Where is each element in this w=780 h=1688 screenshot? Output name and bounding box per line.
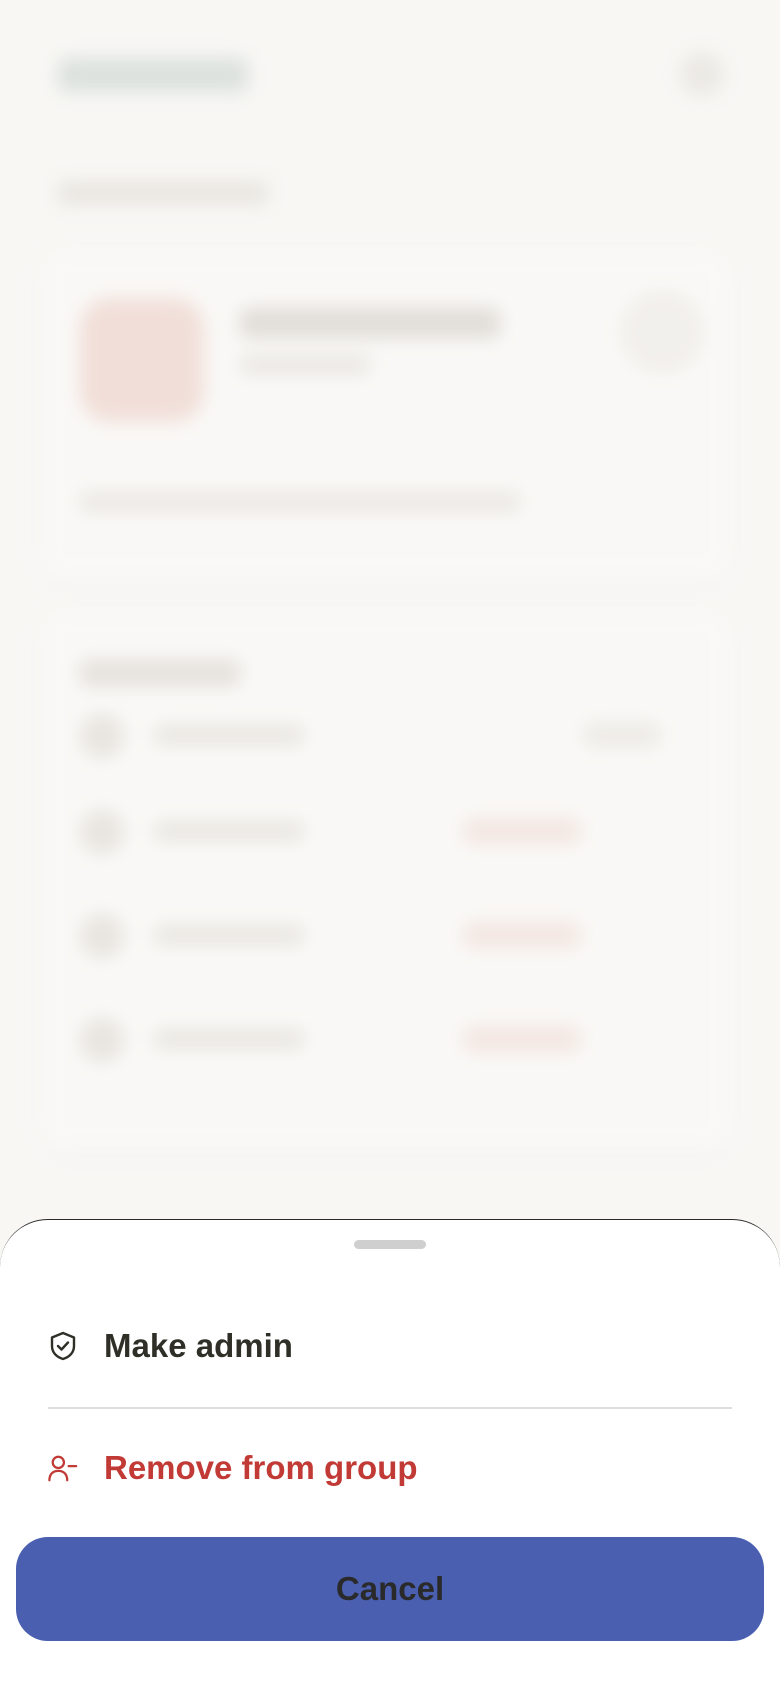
make-admin-button[interactable]: Make admin bbox=[48, 1308, 732, 1384]
remove-from-group-label: Remove from group bbox=[104, 1449, 418, 1486]
divider bbox=[48, 1407, 732, 1409]
members-card bbox=[40, 610, 732, 1150]
user-minus-icon bbox=[48, 1453, 78, 1483]
header-icon bbox=[680, 52, 724, 96]
breadcrumb bbox=[58, 182, 268, 204]
group-card bbox=[40, 250, 732, 580]
member-row bbox=[80, 710, 692, 760]
drag-handle[interactable] bbox=[354, 1240, 426, 1249]
cancel-button[interactable]: Cancel bbox=[16, 1537, 764, 1641]
group-name bbox=[240, 308, 500, 338]
group-action-button bbox=[620, 290, 704, 374]
group-description bbox=[80, 492, 520, 512]
shield-check-icon bbox=[48, 1331, 78, 1361]
member-row bbox=[80, 806, 692, 856]
app-logo bbox=[58, 58, 248, 92]
member-row bbox=[80, 1014, 692, 1064]
member-row bbox=[80, 910, 692, 960]
group-subtitle bbox=[240, 356, 370, 374]
remove-from-group-button[interactable]: Remove from group bbox=[48, 1430, 732, 1506]
make-admin-label: Make admin bbox=[104, 1327, 293, 1364]
action-sheet: Make admin Remove from group Cancel bbox=[0, 1219, 780, 1688]
members-heading bbox=[80, 660, 240, 686]
group-avatar bbox=[80, 298, 204, 422]
